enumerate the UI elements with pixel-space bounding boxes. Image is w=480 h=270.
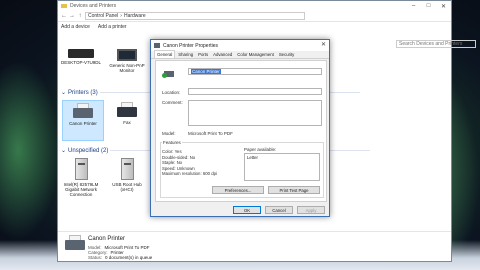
computer-tower-icon	[74, 158, 88, 180]
printer-icon	[154, 43, 160, 48]
location-label: Location:	[162, 90, 181, 95]
monitor-icon	[117, 49, 137, 61]
device-label: DESKTOP-V7U9DL	[61, 60, 101, 65]
explorer-titlebar: Devices and Printers	[58, 1, 451, 11]
tab-security[interactable]: Security	[277, 51, 297, 58]
feature-item: Maximum resolution: 600 dpi	[162, 171, 217, 177]
minimize-button[interactable]: –	[406, 1, 421, 11]
model-value: Microsoft Print To PDF	[188, 131, 233, 136]
unspecified-section-label: Unspecified (2)	[68, 147, 109, 154]
printer-properties-dialog: Canon Printer Properties ✕ General Shari…	[150, 39, 330, 217]
device-label: Fax	[123, 120, 131, 125]
device-label: USB Root Hub (xHCI)	[112, 182, 142, 192]
dialog-tabs: General Sharing Ports Advanced Color Man…	[151, 50, 329, 59]
add-device-button[interactable]: Add a device	[61, 24, 90, 30]
location-field[interactable]	[188, 88, 322, 95]
printer-status-icon	[162, 68, 174, 78]
tab-color-management[interactable]: Color Management	[235, 51, 276, 58]
apply-button[interactable]: Apply	[297, 206, 325, 214]
computer-tower-icon	[120, 158, 134, 180]
folder-icon	[61, 4, 67, 8]
cancel-button[interactable]: Cancel	[265, 206, 293, 214]
comment-label: Comment:	[162, 100, 183, 105]
ok-button[interactable]: OK	[233, 206, 261, 214]
device-tile-desktop[interactable]: DESKTOP-V7U9DL	[60, 49, 102, 65]
window-controls: – □ ✕	[406, 1, 451, 11]
details-pane: Canon Printer Model: Microsoft Print To …	[58, 231, 451, 261]
forward-arrow-icon[interactable]: →	[69, 13, 75, 19]
model-label: Model:	[162, 131, 176, 136]
printer-name-field[interactable]: Canon Printer	[188, 68, 322, 75]
close-button[interactable]: ✕	[436, 1, 451, 11]
general-tab-panel: Canon Printer Location: Comment: Model: …	[155, 60, 327, 202]
tab-sharing[interactable]: Sharing	[176, 51, 195, 58]
printer-name-value: Canon Printer	[191, 69, 221, 74]
features-label: Features	[162, 140, 182, 145]
maximize-button[interactable]: □	[421, 1, 436, 11]
device-tile-network[interactable]: Intel(R) 82579LM Gigabit Network Connect…	[60, 158, 102, 197]
paper-available-label: Paper available:	[244, 147, 277, 152]
printer-icon	[72, 103, 94, 119]
collapse-chevron-icon: ⌄	[61, 90, 67, 96]
paper-available-list[interactable]: Letter	[244, 153, 320, 181]
device-label: Intel(R) 82579LM Gigabit Network Connect…	[63, 182, 99, 197]
device-tile-canon-printer[interactable]: Canon Printer	[62, 100, 104, 141]
search-placeholder: Search Devices and Printers	[399, 41, 463, 47]
details-status-value: 0 document(s) in queue	[105, 255, 153, 260]
printers-section-label: Printers (3)	[68, 89, 98, 96]
search-input[interactable]: Search Devices and Printers	[396, 40, 476, 48]
device-label: Canon Printer	[69, 121, 97, 126]
details-status-label: Status:	[88, 255, 103, 260]
add-printer-button[interactable]: Add a printer	[98, 24, 127, 30]
features-list: Color: Yes Double-sided: No Staple: No S…	[162, 149, 217, 177]
tab-advanced[interactable]: Advanced	[211, 51, 234, 58]
back-arrow-icon[interactable]: ←	[61, 13, 67, 19]
address-row: ← → ↑ Control Panel › Hardware	[58, 11, 451, 22]
dialog-close-button[interactable]: ✕	[321, 41, 326, 48]
device-label: Generic Non-PnP Monitor	[109, 63, 145, 73]
window-title: Devices and Printers	[70, 3, 117, 9]
command-bar: Add a device Add a printer	[58, 22, 451, 31]
dialog-title: Canon Printer Properties	[163, 42, 219, 49]
breadcrumb-hardware[interactable]: Hardware	[124, 13, 146, 19]
paper-item: Letter	[247, 155, 258, 160]
device-tile-fax[interactable]: Fax	[106, 102, 148, 125]
breadcrumb-control-panel[interactable]: Control Panel	[88, 13, 118, 19]
collapse-chevron-icon: ⌄	[61, 148, 67, 154]
keyboard-icon	[68, 49, 94, 58]
device-tile-monitor[interactable]: Generic Non-PnP Monitor	[106, 49, 148, 73]
details-device-name: Canon Printer	[88, 236, 126, 242]
tab-ports[interactable]: Ports	[196, 51, 210, 58]
aurora-glow-left	[0, 60, 60, 240]
address-bar[interactable]: Control Panel › Hardware	[85, 12, 305, 20]
comment-field[interactable]	[188, 100, 322, 126]
preferences-button[interactable]: Preferences...	[212, 186, 264, 194]
device-tile-usb-hub[interactable]: USB Root Hub (xHCI)	[106, 158, 148, 192]
breadcrumb-separator-icon: ›	[120, 13, 122, 19]
up-arrow-icon[interactable]: ↑	[77, 13, 83, 19]
tab-general[interactable]: General	[154, 50, 176, 58]
fax-icon	[116, 102, 138, 118]
dialog-titlebar: Canon Printer Properties ✕	[151, 40, 329, 51]
details-status-row: Status: 0 document(s) in queue	[88, 255, 152, 260]
printer-icon	[64, 235, 86, 251]
print-test-page-button[interactable]: Print Test Page	[268, 186, 320, 194]
